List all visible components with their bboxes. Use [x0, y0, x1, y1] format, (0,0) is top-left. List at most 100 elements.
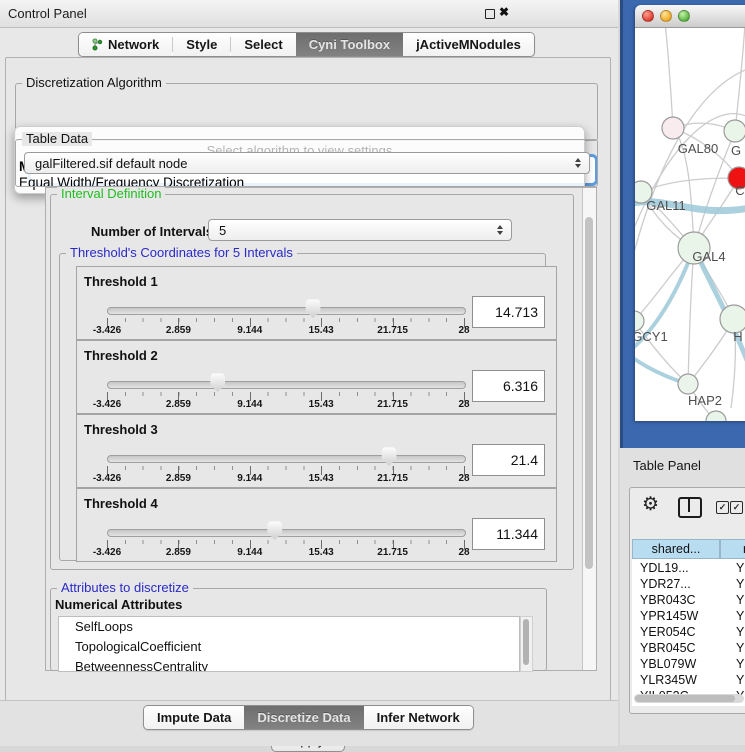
tab-impute-data[interactable]: Impute Data — [144, 706, 244, 729]
slider-track[interactable] — [107, 529, 466, 537]
attribute-list-item[interactable]: TopologicalCoefficient — [59, 637, 519, 657]
slider-track[interactable] — [107, 455, 466, 463]
number-of-intervals-label: Number of Intervals — [91, 224, 213, 239]
slider-thumb[interactable] — [305, 299, 321, 318]
table-row[interactable]: YPR145WYPR1 — [632, 608, 745, 624]
split-view-icon[interactable] — [678, 497, 702, 518]
tab-cyni-toolbox[interactable]: Cyni Toolbox — [296, 33, 403, 56]
slider-track[interactable] — [107, 307, 466, 315]
checkbox-icon[interactable]: ✓ — [730, 501, 743, 514]
table-column-header[interactable]: shared... — [632, 539, 720, 559]
close-icon[interactable]: ✖ — [499, 5, 509, 19]
table-row[interactable]: YBL079WYBL0 — [632, 656, 745, 672]
thresholds-caption: Threshold's Coordinates for 5 Intervals — [66, 246, 297, 260]
tick-label: 28 — [458, 399, 469, 410]
checkbox-icon[interactable]: ✓ — [716, 501, 729, 514]
table-row[interactable]: YLR345WYLR3 — [632, 672, 745, 688]
top-tab-bar: NetworkStyleSelectCyni ToolboxjActiveMNo… — [78, 32, 535, 57]
table-row[interactable]: YDR27...YDR2 — [632, 576, 745, 592]
slider-thumb[interactable] — [381, 447, 397, 466]
number-of-intervals-combo[interactable]: 5 — [208, 219, 512, 241]
tab-infer-network[interactable]: Infer Network — [364, 706, 473, 729]
slider-thumb[interactable] — [267, 521, 283, 540]
network-node[interactable] — [706, 411, 726, 421]
threshold-label: Threshold 2 — [84, 348, 158, 363]
vertical-scrollbar[interactable] — [582, 188, 596, 670]
threshold-panel-2: Threshold 2-3.4262.8599.14415.4321.71528… — [76, 340, 557, 414]
tick-label: 9.144 — [237, 473, 262, 484]
threshold-value-field[interactable]: 11.344 — [472, 518, 545, 550]
threshold-value-field[interactable]: 21.4 — [472, 444, 545, 476]
tick-label: -3.426 — [93, 399, 121, 410]
table-row[interactable]: YER054CYER0 — [632, 624, 745, 640]
thresholds-group: Threshold's Coordinates for 5 Intervals … — [59, 253, 546, 561]
attribute-list-item[interactable]: BetweennessCentrality — [59, 657, 519, 672]
table-header-row: shared...na — [632, 539, 745, 559]
slider-thumb[interactable] — [210, 373, 226, 392]
slider-ticks — [107, 318, 464, 327]
tick-label: -3.426 — [93, 547, 121, 558]
vertical-scrollbar-thumb[interactable] — [585, 217, 593, 569]
control-panel-window: Control Panel ✖ NetworkStyleSelectCyni T… — [0, 0, 618, 745]
network-window-titlebar[interactable] — [635, 5, 745, 28]
threshold-value-field[interactable]: 6.316 — [472, 370, 545, 402]
cyni-toolbox-panel: Discretization Algorithm Select algorith… — [5, 57, 611, 702]
network-canvas[interactable]: GAL80GCGAL11GAL4GCY1HHAP2 — [635, 28, 745, 421]
bottom-strip: Impute DataDiscretize DataInfer Network — [0, 700, 618, 746]
table-data-group: Table Data galFiltered.sif default node — [15, 139, 598, 187]
table-row[interactable]: YDL19...YDL1 — [632, 560, 745, 576]
close-traffic-light-icon[interactable] — [642, 10, 654, 22]
tick-label: 2.859 — [166, 325, 191, 336]
threshold-label: Threshold 4 — [84, 496, 158, 511]
tick-label: 9.144 — [237, 399, 262, 410]
numerical-attributes-list[interactable]: SelfLoopsTopologicalCoefficientBetweenne… — [58, 616, 520, 672]
float-window-icon[interactable] — [485, 9, 495, 19]
tick-label: 28 — [458, 325, 469, 336]
tab-style[interactable]: Style — [173, 33, 230, 56]
threshold-value-field[interactable]: 14.713 — [472, 296, 545, 328]
attributes-scrollbar[interactable] — [520, 616, 533, 672]
threshold-label: Threshold 1 — [84, 274, 158, 289]
tick-label: 21.715 — [377, 325, 408, 336]
tick-label: 21.715 — [377, 547, 408, 558]
tick-label: 15.43 — [309, 325, 334, 336]
slider-track[interactable] — [107, 381, 466, 389]
tick-label: 28 — [458, 473, 469, 484]
attributes-caption: Attributes to discretize — [57, 581, 193, 595]
network-node[interactable] — [635, 311, 644, 331]
table-horizontal-scrollbar[interactable] — [634, 694, 744, 703]
table-horizontal-scrollbar-thumb[interactable] — [635, 695, 735, 702]
tick-label: 28 — [458, 547, 469, 558]
tick-label: 15.43 — [309, 473, 334, 484]
settings-scrollpane: Interval Definition Number of Intervals … — [45, 187, 597, 671]
network-icon — [92, 38, 103, 51]
table-row[interactable]: YBR043CYBR0 — [632, 592, 745, 608]
table-column-header[interactable]: na — [720, 539, 745, 559]
gear-icon[interactable]: ⚙ — [642, 494, 659, 516]
tab-discretize-data[interactable]: Discretize Data — [244, 706, 363, 729]
table-data-caption: Table Data — [22, 132, 92, 146]
tick-label: 21.715 — [377, 399, 408, 410]
tick-label: 15.43 — [309, 399, 334, 410]
tick-label: 9.144 — [237, 325, 262, 336]
network-node-label: HAP2 — [688, 393, 722, 408]
threshold-panel-3: Threshold 3-3.4262.8599.14415.4321.71528… — [76, 414, 557, 488]
interval-definition-caption: Interval Definition — [57, 187, 165, 201]
attribute-list-item[interactable]: SelfLoops — [59, 617, 519, 637]
tick-label: 15.43 — [309, 547, 334, 558]
table-data-combo[interactable]: galFiltered.sif default node — [24, 152, 590, 174]
numerical-attributes-label: Numerical Attributes — [55, 597, 182, 612]
tab-network[interactable]: Network — [79, 33, 172, 56]
tick-label: 2.859 — [166, 473, 191, 484]
minimize-traffic-light-icon[interactable] — [660, 10, 672, 22]
network-node[interactable] — [724, 120, 745, 142]
network-node[interactable] — [662, 117, 684, 139]
table-row[interactable]: YBR045CYBR0 — [632, 640, 745, 656]
slider-ticks — [107, 466, 464, 475]
network-node[interactable] — [678, 374, 698, 394]
network-node-label: C — [735, 183, 744, 198]
tab-select[interactable]: Select — [231, 33, 295, 56]
zoom-traffic-light-icon[interactable] — [678, 10, 690, 22]
tab-jactivemnodules[interactable]: jActiveMNodules — [403, 33, 534, 56]
network-window[interactable]: GAL80GCGAL11GAL4GCY1HHAP2 — [635, 5, 745, 421]
